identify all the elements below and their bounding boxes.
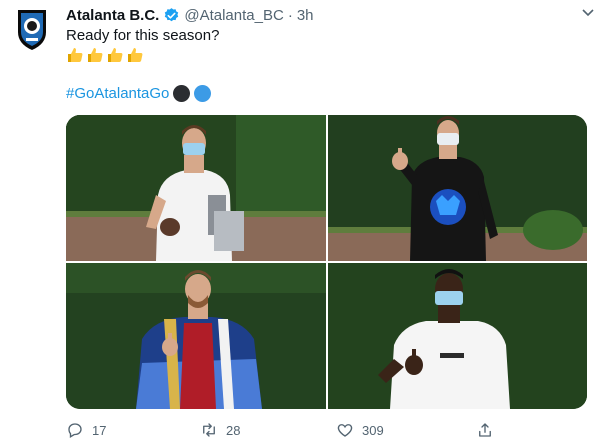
chevron-down-icon[interactable]	[580, 4, 596, 20]
retweet-icon	[203, 423, 215, 437]
action-bar: 17 28 309	[66, 418, 586, 442]
tweet-text: Ready for this season?	[66, 27, 220, 44]
thumbs-up-emoji-icon	[86, 46, 104, 64]
separator-dot: ·	[287, 6, 293, 24]
hashtag-link[interactable]: #GoAtalantaGo	[66, 85, 169, 102]
photo-4[interactable]	[328, 263, 587, 409]
author-name[interactable]: Atalanta B.C.	[66, 7, 159, 24]
hashflag-blue-circle-icon	[194, 85, 212, 102]
emoji-row	[66, 46, 144, 64]
like-button[interactable]: 309	[336, 421, 384, 439]
share-icon	[479, 423, 491, 437]
hashflag-dark-circle-icon	[173, 85, 191, 102]
thumbs-up-emoji-icon	[106, 46, 124, 64]
reply-button[interactable]: 17	[66, 421, 106, 439]
photo-3[interactable]	[66, 263, 326, 409]
tweet-timestamp[interactable]: 3h	[297, 7, 314, 24]
verified-badge-icon	[163, 7, 180, 24]
reply-icon	[68, 423, 82, 438]
author-handle[interactable]: @Atalanta_BC	[184, 7, 283, 24]
thumbs-up-emoji-icon	[66, 46, 84, 64]
thumbs-up-emoji-icon	[126, 46, 144, 64]
retweet-count: 28	[226, 422, 241, 438]
heart-icon	[337, 424, 353, 437]
media-grid	[66, 115, 587, 409]
share-button[interactable]	[476, 421, 494, 439]
like-count: 309	[362, 422, 384, 438]
tweet-header: Atalanta B.C. @Atalanta_BC · 3h	[66, 4, 586, 26]
retweet-button[interactable]: 28	[200, 421, 240, 439]
photo-2[interactable]	[328, 115, 587, 261]
hashtag-row: #GoAtalantaGo	[66, 85, 212, 102]
avatar[interactable]	[12, 6, 52, 52]
photo-1[interactable]	[66, 115, 326, 261]
reply-count: 17	[92, 422, 107, 438]
